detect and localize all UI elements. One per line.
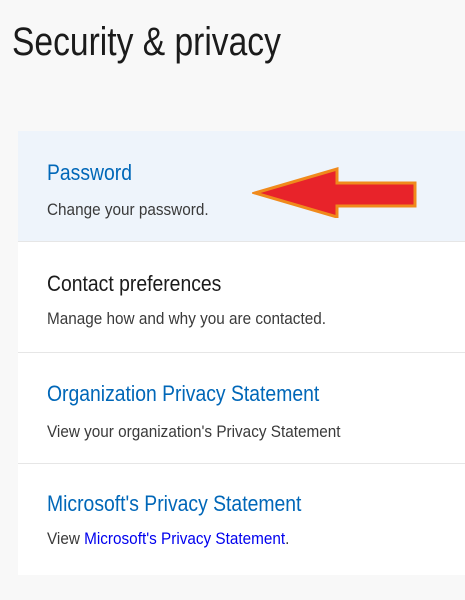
description-suffix: .	[285, 529, 290, 548]
organization-privacy-label[interactable]: Organization Privacy Statement	[47, 380, 319, 408]
page-title: Security & privacy	[12, 20, 281, 64]
organization-privacy-item[interactable]: Organization Privacy Statement View your…	[18, 353, 465, 464]
microsoft-privacy-statement-link[interactable]: Microsoft's Privacy Statement	[84, 529, 285, 548]
description-prefix: View	[47, 529, 85, 548]
red-arrow-icon	[252, 166, 417, 218]
password-description: Change your password.	[47, 200, 209, 219]
organization-privacy-description: View your organization's Privacy Stateme…	[47, 422, 341, 441]
contact-preferences-label[interactable]: Contact preferences	[47, 270, 221, 298]
microsoft-privacy-item[interactable]: Microsoft's Privacy Statement View Micro…	[18, 464, 465, 575]
password-label[interactable]: Password	[47, 159, 132, 187]
contact-preferences-description: Manage how and why you are contacted.	[47, 309, 326, 328]
microsoft-privacy-label[interactable]: Microsoft's Privacy Statement	[47, 490, 301, 518]
contact-preferences-item[interactable]: Contact preferences Manage how and why y…	[18, 242, 465, 353]
microsoft-privacy-description: View Microsoft's Privacy Statement.	[47, 528, 289, 550]
